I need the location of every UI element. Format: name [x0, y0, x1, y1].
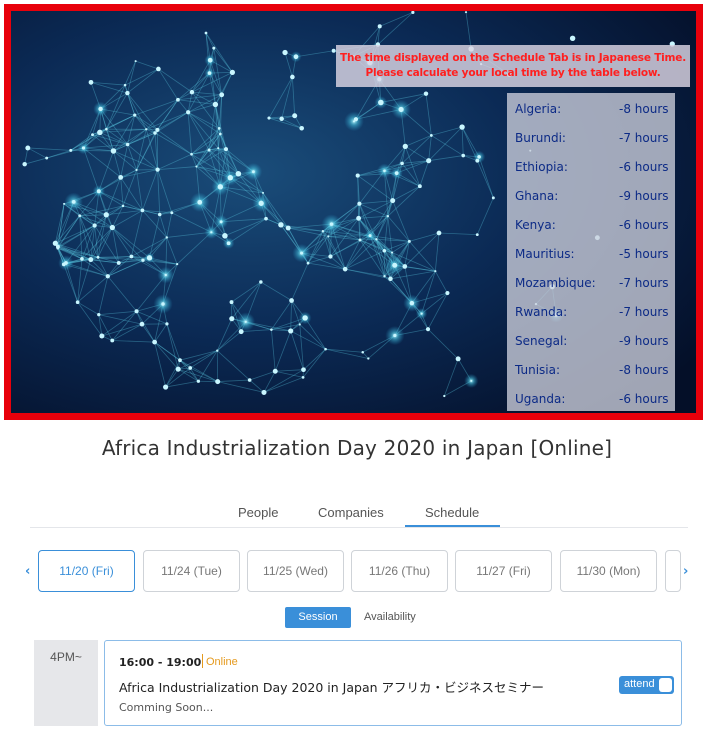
time-offset: -6 hours	[619, 392, 669, 406]
timezone-row: Burundi: -7 hours	[507, 124, 675, 153]
session-title: Africa Industrialization Day 2020 in Jap…	[119, 680, 545, 695]
chevron-right-icon[interactable]: ›	[683, 564, 688, 579]
chevron-left-icon[interactable]: ‹	[25, 564, 30, 579]
time-offset: -6 hours	[619, 160, 669, 174]
timezone-row: Kenya: -6 hours	[507, 211, 675, 240]
session-card[interactable]: 16:00 - 19:00 Online Africa Industrializ…	[104, 640, 682, 726]
date-tab-nov25[interactable]: 11/25 (Wed)	[247, 550, 344, 592]
toggle-knob	[659, 678, 672, 692]
country-name: Ethiopia:	[515, 160, 568, 174]
timezone-row: Uganda: -6 hours	[507, 385, 675, 413]
session-separator	[202, 654, 203, 668]
country-name: Algeria:	[515, 102, 562, 116]
date-tab-nov26[interactable]: 11/26 (Thu)	[351, 550, 448, 592]
page-title: Africa Industrialization Day 2020 in Jap…	[101, 436, 613, 460]
country-name: Mozambique:	[515, 276, 596, 290]
attend-toggle[interactable]: attend	[619, 676, 674, 694]
page: The time displayed on the Schedule Tab i…	[0, 0, 705, 737]
timezone-row: Rwanda: -7 hours	[507, 298, 675, 327]
country-name: Kenya:	[515, 218, 556, 232]
country-name: Senegal:	[515, 334, 568, 348]
country-name: Burundi:	[515, 131, 566, 145]
availability-view-button[interactable]: Availability	[364, 611, 416, 623]
time-offset: -8 hours	[619, 363, 669, 377]
country-name: Uganda:	[515, 392, 566, 406]
timezone-table: Algeria: -8 hours Burundi: -7 hours Ethiop…	[507, 93, 675, 411]
notice-line-2: Please calculate your local time by the …	[365, 67, 661, 79]
timezone-row: Mauritius: -5 hours	[507, 240, 675, 269]
time-offset: -7 hours	[619, 276, 669, 290]
timezone-row: Tunisia: -8 hours	[507, 356, 675, 385]
timezone-row: Algeria: -8 hours	[507, 95, 675, 124]
timezone-banner: The time displayed on the Schedule Tab i…	[4, 4, 703, 420]
date-tab-nov27[interactable]: 11/27 (Fri)	[455, 550, 552, 592]
session-note: Comming Soon...	[119, 701, 214, 714]
date-tab-nov24[interactable]: 11/24 (Tue)	[143, 550, 240, 592]
tabs-divider	[30, 527, 688, 528]
timezone-row: Ethiopia: -6 hours	[507, 153, 675, 182]
time-offset: -6 hours	[619, 218, 669, 232]
time-offset: -5 hours	[619, 247, 669, 261]
tab-schedule[interactable]: Schedule	[425, 505, 479, 520]
session-view-button[interactable]: Session	[285, 607, 351, 628]
active-tab-indicator	[405, 525, 500, 527]
timezone-row: Mozambique: -7 hours	[507, 269, 675, 298]
date-tab-next-partial[interactable]	[665, 550, 681, 592]
time-offset: -9 hours	[619, 189, 669, 203]
timezone-row: Ghana: -9 hours	[507, 182, 675, 211]
time-offset: -8 hours	[619, 102, 669, 116]
session-time: 16:00 - 19:00	[119, 656, 202, 669]
attend-label: attend	[624, 678, 655, 690]
country-name: Ghana:	[515, 189, 559, 203]
online-tag: Online	[206, 656, 238, 668]
timezone-notice: The time displayed on the Schedule Tab i…	[336, 45, 690, 87]
time-offset: -9 hours	[619, 334, 669, 348]
country-name: Mauritius:	[515, 247, 575, 261]
date-tab-nov20[interactable]: 11/20 (Fri)	[38, 550, 135, 592]
time-slot-label: 4PM~	[34, 640, 98, 726]
timezone-row: Senegal: -9 hours	[507, 327, 675, 356]
time-offset: -7 hours	[619, 305, 669, 319]
tab-companies[interactable]: Companies	[318, 505, 384, 520]
date-tab-nov30[interactable]: 11/30 (Mon)	[560, 550, 657, 592]
country-name: Rwanda:	[515, 305, 568, 319]
notice-line-1: The time displayed on the Schedule Tab i…	[339, 52, 687, 64]
tab-people[interactable]: People	[238, 505, 278, 520]
time-offset: -7 hours	[619, 131, 669, 145]
country-name: Tunisia:	[515, 363, 561, 377]
